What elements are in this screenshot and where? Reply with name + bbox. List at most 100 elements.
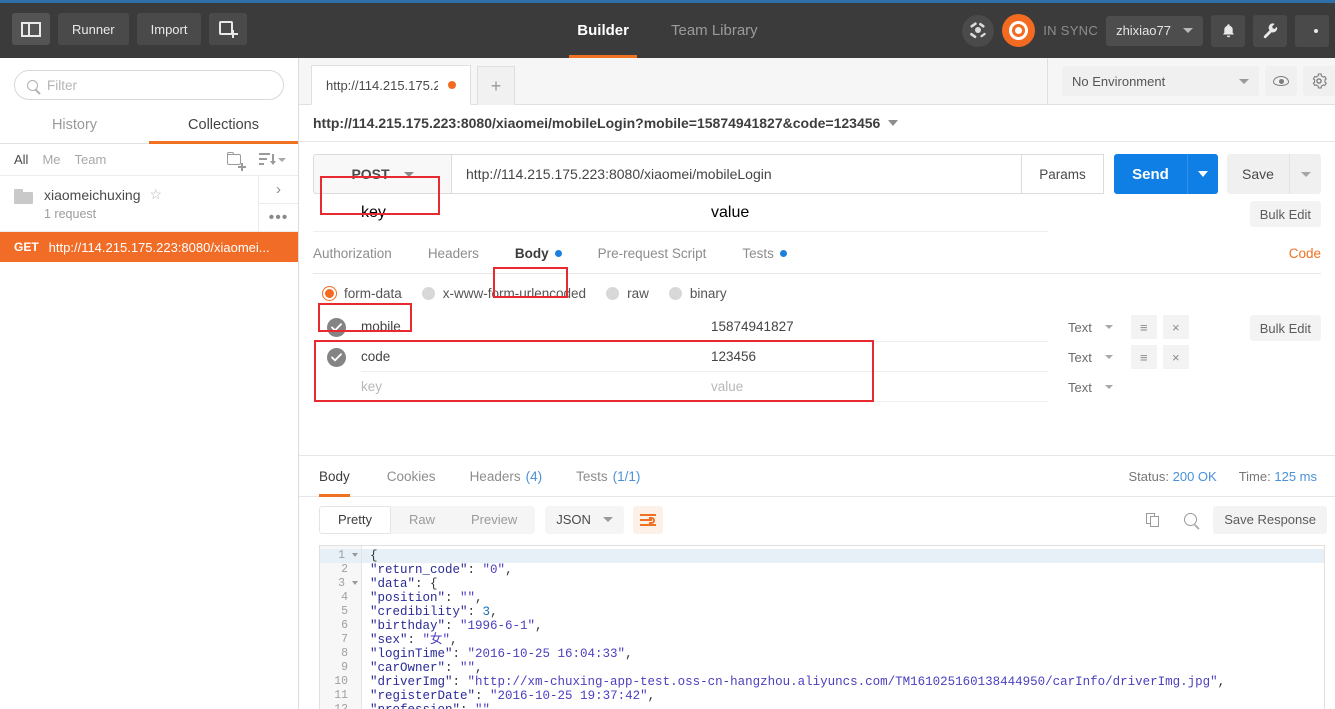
form-value-input-empty[interactable]: value (703, 372, 1048, 402)
form-key-input-empty[interactable]: key (361, 372, 703, 402)
user-name-label: zhixiao77 (1116, 23, 1171, 38)
url-row: POST http://114.215.175.223:8080/xiaomei… (313, 154, 1321, 194)
list-icon[interactable]: ≡ (1130, 345, 1157, 369)
response-tab-headers[interactable]: Headers (4) (453, 456, 560, 497)
code-link[interactable]: Code (1289, 246, 1321, 261)
add-tab-button[interactable]: + (477, 66, 515, 105)
search-input[interactable] (47, 77, 271, 93)
response-view-mode-group: Pretty Raw Preview (319, 505, 536, 534)
form-value-input[interactable]: 15874941827 (703, 312, 1048, 342)
close-icon[interactable]: × (1162, 315, 1189, 339)
environment-selector[interactable]: No Environment (1062, 66, 1259, 96)
table-row: mobile 15874941827 Text ≡ × Bulk Edit (313, 312, 1321, 342)
view-mode-pretty[interactable]: Pretty (319, 505, 391, 534)
scope-me[interactable]: Me (42, 152, 60, 167)
more-options-icon[interactable]: ••• (259, 204, 298, 231)
params-bulk-edit-button[interactable]: Bulk Edit (1249, 201, 1321, 227)
save-response-button[interactable]: Save Response (1213, 505, 1327, 534)
response-body-viewer[interactable]: 123456789101112 { "return_code": "0", "d… (319, 545, 1325, 709)
scope-all[interactable]: All (14, 152, 28, 167)
fold-toggle-icon[interactable] (352, 553, 358, 557)
response-tab-body-label: Body (319, 468, 350, 484)
bell-icon (1222, 23, 1234, 37)
tab-collections[interactable]: Collections (149, 108, 298, 144)
sort-button[interactable] (259, 153, 286, 166)
caret-down-icon[interactable] (888, 120, 899, 126)
tab-body[interactable]: Body (497, 234, 580, 274)
form-type-selector[interactable]: Text (1048, 350, 1113, 365)
notifications-button[interactable] (1211, 14, 1245, 47)
new-folder-icon[interactable] (227, 152, 246, 171)
row-action-icons: ≡ × (1130, 345, 1189, 369)
row-enabled-checkbox[interactable] (313, 317, 361, 337)
new-window-button[interactable] (209, 13, 248, 45)
form-type-selector[interactable]: Text (1048, 320, 1113, 335)
chevron-right-icon[interactable]: › (259, 176, 298, 204)
body-type-binary[interactable]: binary (659, 282, 737, 305)
sync-status-button[interactable] (1002, 14, 1036, 47)
word-wrap-button[interactable] (632, 505, 663, 534)
chevron-down-icon (403, 171, 414, 177)
form-type-selector[interactable]: Text (1048, 380, 1113, 395)
row-enabled-checkbox[interactable] (313, 347, 361, 367)
runner-button[interactable]: Runner (58, 13, 129, 45)
tab-team-library[interactable]: Team Library (667, 3, 762, 58)
form-key-input[interactable]: mobile (361, 312, 703, 342)
fold-toggle-icon[interactable] (352, 581, 358, 585)
settings-wrench-button[interactable] (1253, 14, 1287, 47)
collection-item-xiaomeichuxing[interactable]: xiaomeichuxing ☆ 1 request › ••• (0, 176, 298, 232)
save-button[interactable]: Save (1227, 154, 1289, 194)
request-tab[interactable]: http://114.215.175.2 (311, 65, 471, 105)
search-response-button[interactable] (1175, 506, 1205, 534)
response-format-selector[interactable]: JSON (545, 505, 624, 534)
row-action-icons: ≡ × (1130, 315, 1189, 339)
body-type-form-data[interactable]: form-data (313, 282, 412, 305)
import-button[interactable]: Import (136, 13, 202, 45)
form-value-input[interactable]: 123456 (703, 342, 1048, 372)
param-value-input[interactable]: value (703, 194, 1048, 232)
wrench-icon (1263, 23, 1277, 39)
environment-quick-look-button[interactable] (1265, 66, 1297, 96)
send-button[interactable]: Send (1114, 154, 1187, 194)
response-tab-tests[interactable]: Tests (1/1) (559, 456, 657, 497)
response-tab-body[interactable]: Body (319, 456, 370, 497)
tab-pre-request-script[interactable]: Pre-request Script (580, 234, 725, 274)
copy-button[interactable] (1137, 506, 1167, 534)
tab-history[interactable]: History (0, 108, 149, 143)
view-mode-preview[interactable]: Preview (453, 506, 535, 534)
method-selector[interactable]: POST (313, 154, 451, 194)
tab-tests[interactable]: Tests (724, 234, 805, 274)
close-icon[interactable]: × (1162, 345, 1189, 369)
chevron-down-icon (1239, 78, 1249, 84)
list-icon[interactable]: ≡ (1130, 315, 1157, 339)
star-icon[interactable]: ☆ (150, 186, 163, 203)
filter-box[interactable] (14, 70, 284, 100)
extra-button[interactable] (1295, 14, 1329, 47)
url-history-bar[interactable]: http://114.215.175.223:8080/xiaomei/mobi… (299, 105, 1335, 142)
tab-builder[interactable]: Builder (569, 3, 637, 58)
scope-team[interactable]: Team (75, 152, 107, 167)
tab-headers[interactable]: Headers (410, 234, 497, 274)
time-badge: Time: 125 ms (1239, 469, 1317, 484)
search-icon (1183, 513, 1197, 526)
sidebar-toggle-button[interactable] (12, 13, 50, 45)
tab-body-label: Body (514, 246, 549, 261)
view-mode-raw[interactable]: Raw (391, 506, 453, 534)
line-number: 3 (320, 577, 361, 591)
satellite-button[interactable] (962, 14, 995, 47)
body-type-raw[interactable]: raw (596, 282, 659, 305)
tab-authorization[interactable]: Authorization (313, 234, 410, 274)
body-type-urlencoded[interactable]: x-www-form-urlencoded (412, 282, 596, 305)
sidebar: History Collections All Me Team xiaomei (0, 58, 299, 709)
param-key-input[interactable]: key (313, 194, 703, 232)
form-bulk-edit-button[interactable]: Bulk Edit (1249, 315, 1321, 341)
sidebar-request-item[interactable]: GET http://114.215.175.223:8080/xiaomei.… (0, 232, 298, 262)
form-key-input[interactable]: code (361, 342, 703, 372)
send-options-button[interactable] (1187, 154, 1218, 194)
url-input[interactable]: http://114.215.175.223:8080/xiaomei/mobi… (451, 154, 1022, 194)
params-button[interactable]: Params (1022, 154, 1104, 194)
user-menu-button[interactable]: zhixiao77 (1106, 15, 1203, 46)
response-tab-cookies[interactable]: Cookies (370, 456, 453, 497)
save-options-button[interactable] (1289, 154, 1321, 194)
environment-settings-button[interactable] (1303, 66, 1335, 96)
